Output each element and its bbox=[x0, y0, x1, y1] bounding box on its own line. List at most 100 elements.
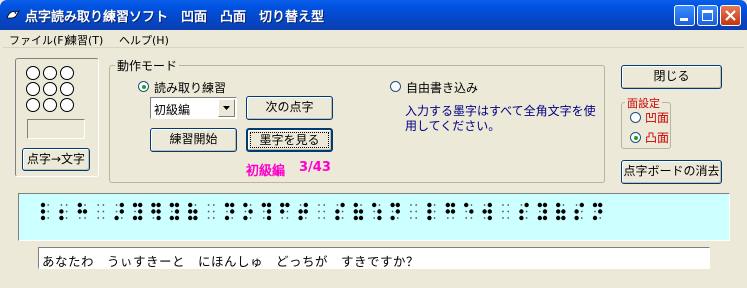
braille-dot-raised bbox=[169, 202, 174, 208]
clear-board-button[interactable]: 点字ボードの消去 bbox=[621, 160, 722, 184]
braille-dot-raised bbox=[266, 209, 272, 214]
braille-dot-raised bbox=[598, 202, 603, 208]
braille-dot-raised bbox=[303, 209, 308, 214]
braille-dot-flat bbox=[415, 204, 418, 206]
braille-input-dot[interactable] bbox=[43, 82, 57, 96]
braille-dot-raised bbox=[592, 202, 598, 208]
braille-dot-flat bbox=[47, 217, 50, 219]
next-braille-button[interactable]: 次の点字 bbox=[246, 96, 333, 120]
braille-input-dot[interactable] bbox=[60, 98, 74, 112]
menu-help[interactable]: ヘルプ(H) bbox=[119, 32, 169, 48]
braille-cell bbox=[77, 202, 88, 219]
braille-cell bbox=[519, 202, 529, 221]
start-practice-button[interactable]: 練習開始 bbox=[150, 128, 237, 152]
menu-practice[interactable]: 練習(T) bbox=[66, 32, 103, 48]
braille-dot-raised bbox=[537, 202, 542, 208]
braille-dot-raised bbox=[542, 209, 548, 214]
braille-dot-raised bbox=[377, 215, 382, 221]
braille-cell bbox=[372, 202, 382, 221]
braille-dot-flat bbox=[341, 217, 344, 219]
progress-count: 3/43 bbox=[299, 160, 331, 175]
braille-dot-raised bbox=[427, 209, 432, 214]
minimize-button[interactable] bbox=[674, 5, 695, 26]
braille-dot-flat bbox=[465, 210, 468, 213]
braille-dot-flat bbox=[470, 217, 473, 219]
braille-dot-flat bbox=[599, 217, 602, 219]
braille-dot-flat bbox=[84, 217, 86, 219]
title-bar[interactable]: 点字読み取り練習ソフト 凹面 凸面 切り替え型 bbox=[0, 0, 747, 30]
braille-input-dot[interactable] bbox=[26, 98, 40, 112]
braille-dot-flat bbox=[318, 217, 320, 219]
show-text-button[interactable]: 墨字を見る bbox=[246, 128, 333, 152]
braille-dot-raised bbox=[230, 202, 235, 208]
braille-dot-flat bbox=[262, 217, 265, 219]
braille-dot-raised bbox=[174, 209, 180, 214]
braille-dot-raised bbox=[487, 209, 492, 214]
braille-input-dot[interactable] bbox=[26, 82, 40, 96]
menu-file[interactable]: ファイル(F) bbox=[9, 32, 68, 48]
braille-dot-raised bbox=[40, 215, 46, 221]
braille-input-dot[interactable] bbox=[43, 98, 57, 112]
app-window: 点字読み取り練習ソフト 凹面 凸面 切り替え型 ファイル(F) 練習(T) ヘル… bbox=[0, 0, 747, 288]
braille-dot-flat bbox=[47, 210, 50, 213]
braille-cell bbox=[97, 204, 105, 219]
braille-input-dot[interactable] bbox=[60, 66, 74, 80]
concave-radio[interactable] bbox=[630, 112, 641, 123]
braille-dot-raised bbox=[138, 202, 143, 208]
braille-dot-raised bbox=[59, 215, 64, 221]
braille-dot-flat bbox=[483, 204, 486, 206]
braille-dot-raised bbox=[77, 209, 82, 214]
free-write-label: 自由書き込み bbox=[406, 81, 479, 95]
braille-dot-flat bbox=[391, 210, 394, 213]
braille-dot-flat bbox=[231, 217, 234, 219]
braille-input-panel: 点字→文字 bbox=[15, 58, 99, 177]
convex-radio[interactable] bbox=[630, 132, 641, 143]
maximize-button[interactable] bbox=[697, 5, 718, 26]
braille-dot-raised bbox=[482, 209, 487, 214]
braille-dot-raised bbox=[188, 209, 193, 214]
menu-bar: ファイル(F) 練習(T) ヘルプ(H) bbox=[3, 30, 744, 48]
braille-dot-raised bbox=[445, 209, 450, 214]
braille-input-dot[interactable] bbox=[43, 66, 57, 80]
level-dropdown-button[interactable] bbox=[218, 99, 235, 117]
braille-dot-flat bbox=[373, 217, 376, 219]
braille-to-text-button[interactable]: 点字→文字 bbox=[22, 148, 90, 171]
close-window-button[interactable] bbox=[720, 5, 741, 26]
braille-dot-flat bbox=[212, 217, 215, 219]
braille-input-dot[interactable] bbox=[26, 66, 40, 80]
braille-dot-raised bbox=[574, 215, 579, 221]
braille-input-dot[interactable] bbox=[60, 82, 74, 96]
braille-dot-flat bbox=[433, 204, 436, 206]
braille-dot-raised bbox=[358, 215, 364, 221]
free-write-radio[interactable] bbox=[390, 81, 401, 92]
braille-cell bbox=[556, 202, 566, 221]
maximize-icon bbox=[702, 10, 713, 21]
braille-dot-flat bbox=[507, 210, 510, 213]
braille-cell bbox=[410, 204, 418, 219]
braille-dot-flat bbox=[538, 210, 541, 213]
braille-dot-flat bbox=[318, 204, 320, 206]
braille-dot-flat bbox=[373, 210, 376, 213]
braille-dot-raised bbox=[243, 202, 248, 208]
braille-cell bbox=[318, 204, 326, 219]
braille-dot-raised bbox=[353, 209, 358, 214]
convex-label: 凸面 bbox=[645, 131, 670, 145]
braille-dot-flat bbox=[415, 210, 418, 213]
braille-dot-raised bbox=[561, 215, 566, 221]
braille-dot-raised bbox=[248, 209, 253, 214]
braille-dot-flat bbox=[47, 204, 50, 206]
braille-dot-flat bbox=[433, 210, 436, 213]
output-text-field[interactable]: あなたわ うぃすきーと にほんしゅ どっちが すきですか？ bbox=[38, 247, 710, 269]
braille-dot-flat bbox=[575, 204, 578, 206]
braille-dot-flat bbox=[286, 210, 289, 213]
braille-cell bbox=[390, 202, 400, 221]
mode-group-title: 動作モード bbox=[115, 57, 180, 74]
level-select[interactable]: 初級編 bbox=[150, 97, 237, 119]
braille-dot-raised bbox=[427, 215, 432, 221]
braille-cell bbox=[574, 202, 584, 221]
braille-dot-raised bbox=[280, 209, 285, 214]
close-button[interactable]: 閉じる bbox=[621, 65, 722, 89]
braille-dot-raised bbox=[138, 209, 143, 214]
read-practice-radio[interactable] bbox=[138, 81, 149, 92]
braille-dot-raised bbox=[469, 209, 474, 214]
